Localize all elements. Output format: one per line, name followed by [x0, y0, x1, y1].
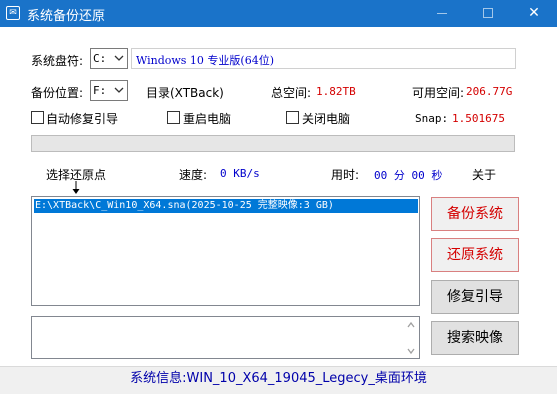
system-disk-select[interactable]: C: [90, 48, 128, 69]
auto-repair-label[interactable]: 自动修复引导 [46, 110, 118, 127]
os-info-text: Windows 10 专业版(64位) [136, 54, 275, 67]
log-textarea[interactable] [31, 316, 420, 359]
os-info-field[interactable]: Windows 10 专业版(64位) [131, 48, 516, 69]
restart-checkbox[interactable] [167, 111, 180, 124]
backup-location-label: 备份位置: [31, 86, 84, 100]
close-icon: ✕ [528, 5, 540, 21]
elapsed-time-label: 用时: [331, 168, 360, 182]
system-disk-label: 系统盘符: [31, 54, 84, 68]
scroll-down-icon[interactable] [405, 345, 417, 357]
arrow-down-icon [70, 181, 82, 195]
status-bar: 系统信息:WIN_10_X64_19045_Legecy_桌面环境 [0, 366, 557, 394]
shutdown-label[interactable]: 关闭电脑 [302, 110, 350, 127]
app-icon: ✉ [6, 6, 20, 20]
elapsed-time-value: 00 分 00 秒 [374, 169, 443, 182]
shutdown-checkbox[interactable] [286, 111, 299, 124]
search-images-button[interactable]: 搜索映像 [431, 321, 519, 355]
backup-drive-value: F: [93, 84, 107, 97]
backup-system-button[interactable]: 备份系统 [431, 197, 519, 231]
close-button[interactable]: ✕ [511, 0, 557, 27]
backup-directory-text: 目录(XTBack) [146, 86, 224, 100]
minimize-icon [437, 13, 447, 14]
window-title: 系统备份还原 [27, 9, 106, 24]
minimize-button[interactable] [419, 0, 465, 27]
restore-system-button[interactable]: 还原系统 [431, 238, 519, 272]
free-space-label: 可用空间: [412, 86, 465, 100]
about-link[interactable]: 关于 [472, 166, 496, 183]
speed-value: 0 KB/s [220, 167, 260, 180]
maximize-button[interactable] [465, 0, 511, 27]
snap-label: Snap: [415, 112, 449, 125]
auto-repair-checkbox[interactable] [31, 111, 44, 124]
chevron-down-icon [113, 84, 125, 97]
free-space-value: 206.77G [466, 85, 513, 98]
repair-boot-button[interactable]: 修复引导 [431, 280, 519, 314]
snap-value: 1.501675 [452, 112, 505, 125]
scroll-up-icon[interactable] [405, 319, 417, 331]
chevron-down-icon [113, 52, 125, 65]
restart-label[interactable]: 重启电脑 [183, 110, 231, 127]
total-space-value: 1.82TB [316, 85, 356, 98]
speed-label: 速度: [179, 168, 208, 182]
backup-drive-select[interactable]: F: [90, 80, 128, 101]
title-bar: ✉ 系统备份还原 ✕ [0, 0, 557, 27]
restore-point-list[interactable]: E:\XTBack\C_Win10_X64.sna(2025-10-25 完整映… [31, 196, 420, 306]
maximize-icon [483, 8, 493, 18]
progress-bar [31, 135, 515, 152]
system-disk-value: C: [93, 52, 107, 65]
total-space-label: 总空间: [271, 86, 312, 100]
list-item[interactable]: E:\XTBack\C_Win10_X64.sna(2025-10-25 完整映… [34, 199, 418, 213]
status-text: 系统信息:WIN_10_X64_19045_Legecy_桌面环境 [130, 371, 427, 386]
